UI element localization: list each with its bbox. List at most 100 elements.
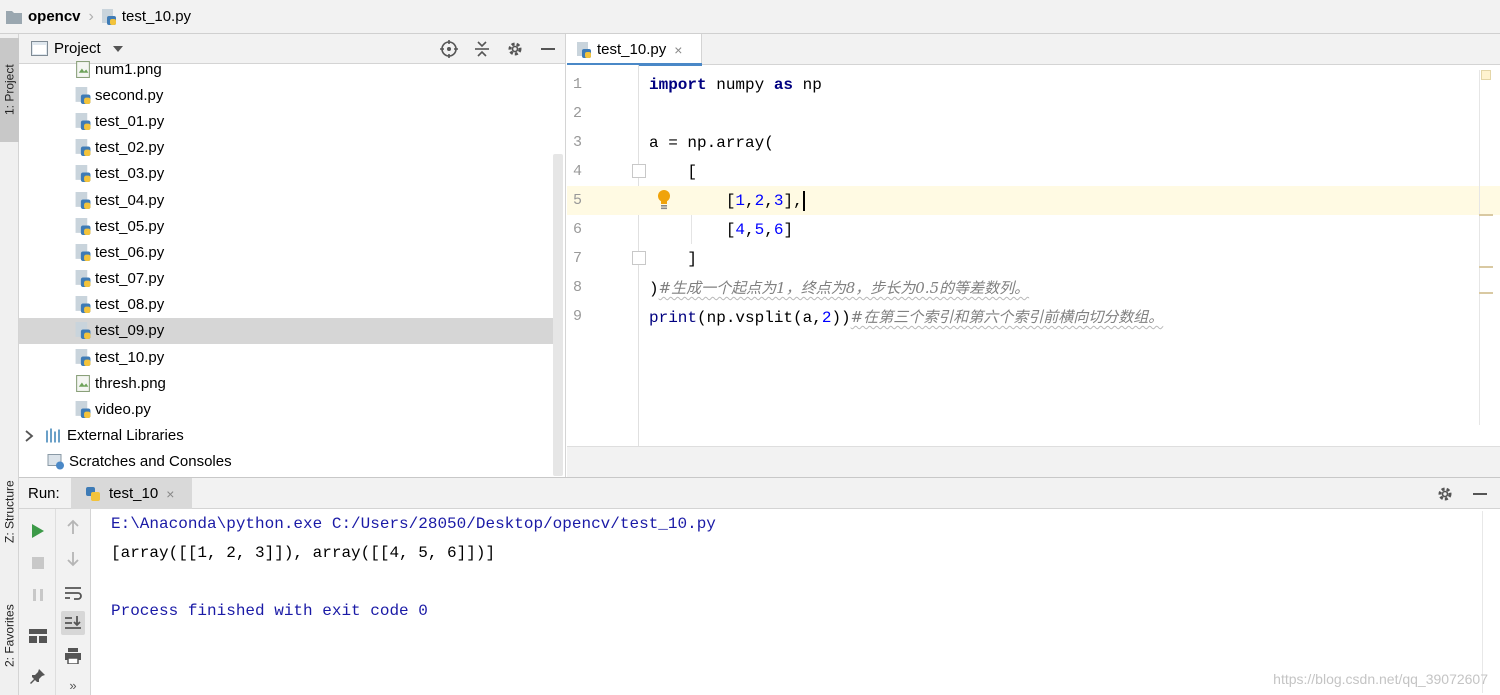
marker-stripe[interactable]: [1479, 266, 1493, 268]
python-file-icon: [75, 217, 91, 235]
line-number: 4: [573, 163, 583, 180]
tree-file-item[interactable]: video.py: [19, 396, 554, 422]
tree-file-label: test_04.py: [95, 191, 165, 209]
python-file-icon: [75, 401, 91, 419]
structure-tool-tab[interactable]: Z: Structure: [0, 460, 19, 564]
pin-button[interactable]: [26, 664, 50, 688]
keyword-as: as: [773, 75, 794, 94]
soft-wrap-button[interactable]: [61, 581, 85, 605]
tree-file-item[interactable]: test_05.py: [19, 213, 554, 239]
editor-tab-test-10[interactable]: test_10.py ×: [567, 34, 702, 66]
tree-file-label: second.py: [95, 86, 164, 104]
line-number: 7: [573, 250, 583, 267]
tree-file-item[interactable]: test_03.py: [19, 161, 554, 187]
project-view-selector[interactable]: Project: [31, 40, 123, 57]
console-scrollbar[interactable]: [1482, 511, 1492, 693]
tree-file-item[interactable]: test_09.py: [19, 317, 554, 345]
python-file-icon: [75, 139, 91, 157]
close-icon[interactable]: ×: [166, 486, 174, 502]
run-header-actions: [1436, 478, 1488, 509]
tree-file-item[interactable]: test_06.py: [19, 239, 554, 265]
module-name: numpy: [706, 75, 774, 94]
run-panel: Run: test_10 × » E:\Anaconda\python.exe …: [19, 477, 1500, 695]
bracket-close: ],: [783, 191, 803, 210]
line-number: 8: [573, 279, 583, 296]
tree-file-item[interactable]: test_10.py: [19, 344, 554, 370]
layout-icon: [29, 629, 47, 643]
tree-file-item[interactable]: test_04.py: [19, 187, 554, 213]
number-literal: 2: [821, 309, 832, 327]
module-alias: np: [793, 75, 822, 94]
run-panel-label: Run:: [28, 484, 60, 502]
image-file-icon: [76, 60, 90, 78]
layout-button[interactable]: [26, 624, 50, 648]
run-controls-toolbar: [19, 509, 56, 695]
console-toolbar: »: [56, 509, 91, 695]
stop-button[interactable]: [26, 551, 50, 575]
breadcrumb: opencv › test_10.py: [0, 0, 1500, 34]
keyword-import: import: [649, 75, 707, 94]
line-text: [4,5,6]: [649, 221, 793, 239]
project-scrollbar[interactable]: [553, 154, 563, 476]
console-output[interactable]: E:\Anaconda\python.exe C:/Users/28050/De…: [111, 509, 1491, 695]
marker-stripe[interactable]: [1479, 292, 1493, 294]
tree-file-item[interactable]: test_01.py: [19, 108, 554, 134]
project-panel-title: Project: [54, 40, 101, 57]
image-file-icon: [76, 374, 90, 392]
pause-button[interactable]: [26, 583, 50, 607]
python-file-icon: [75, 86, 91, 104]
structure-tool-tab-label: Z: Structure: [2, 480, 17, 544]
breadcrumb-project[interactable]: opencv: [6, 8, 81, 25]
python-file-icon: [75, 112, 91, 130]
close-icon[interactable]: ×: [674, 42, 682, 58]
comma: ,: [764, 191, 774, 210]
scroll-down-button[interactable]: [61, 547, 85, 571]
python-file-icon: [75, 270, 91, 288]
scroll-up-button[interactable]: [61, 515, 85, 539]
code-area[interactable]: 1 import numpy as np 2 3 a = np.array( 4…: [567, 70, 1500, 331]
rerun-button[interactable]: [26, 519, 50, 543]
tree-external-libraries[interactable]: External Libraries: [19, 423, 554, 449]
chevron-right-icon[interactable]: [23, 429, 35, 443]
run-panel-header: Run: test_10 ×: [19, 478, 1500, 509]
fold-marker[interactable]: [632, 251, 646, 265]
breadcrumb-file-label: test_10.py: [121, 8, 192, 25]
tree-file-label: test_06.py: [95, 243, 165, 261]
python-file-icon: [75, 243, 91, 261]
tree-external-libraries-label: External Libraries: [67, 427, 184, 445]
bracket-open: [: [649, 191, 736, 210]
tree-file-label: test_02.py: [95, 139, 165, 157]
python-file-icon: [101, 8, 116, 25]
fold-marker[interactable]: [632, 164, 646, 178]
run-tab-test-10[interactable]: test_10 ×: [71, 478, 192, 509]
scratches-icon: [47, 454, 64, 470]
editor-marker-bar[interactable]: [1479, 70, 1492, 425]
gear-icon[interactable]: [1436, 485, 1454, 503]
breadcrumb-file[interactable]: test_10.py: [101, 8, 192, 25]
marker-stripe[interactable]: [1479, 214, 1493, 216]
tree-file-item[interactable]: num1.png: [19, 56, 554, 82]
bracket-close: ]: [783, 220, 794, 239]
line-text: import numpy as np: [649, 76, 822, 94]
code-line-5: 5 [1,2,3],: [567, 186, 1500, 215]
call-args: (np.vsplit(a,: [697, 309, 822, 327]
tree-scratches[interactable]: Scratches and Consoles: [19, 449, 554, 475]
line-text: ]: [649, 249, 698, 268]
scroll-to-end-button[interactable]: [61, 611, 85, 635]
project-tool-tab[interactable]: 1: Project: [0, 38, 19, 142]
soft-wrap-icon: [65, 587, 82, 600]
tree-scratches-label: Scratches and Consoles: [69, 453, 232, 471]
watermark: https://blog.csdn.net/qq_39072607: [1273, 671, 1488, 687]
print-button[interactable]: [61, 644, 85, 668]
minimize-icon[interactable]: [1472, 485, 1488, 503]
tree-file-item[interactable]: test_07.py: [19, 266, 554, 292]
inspection-status-icon[interactable]: [1481, 70, 1491, 80]
tree-file-item[interactable]: test_08.py: [19, 292, 554, 318]
chevron-right-icon: ›: [88, 7, 94, 25]
tree-file-item[interactable]: second.py: [19, 82, 554, 108]
library-icon: [46, 428, 60, 443]
tree-file-item[interactable]: thresh.png: [19, 370, 554, 396]
tree-file-item[interactable]: test_02.py: [19, 135, 554, 161]
favorites-tool-tab[interactable]: 2: Favorites: [0, 580, 19, 692]
more-tools-icon[interactable]: »: [61, 673, 85, 695]
